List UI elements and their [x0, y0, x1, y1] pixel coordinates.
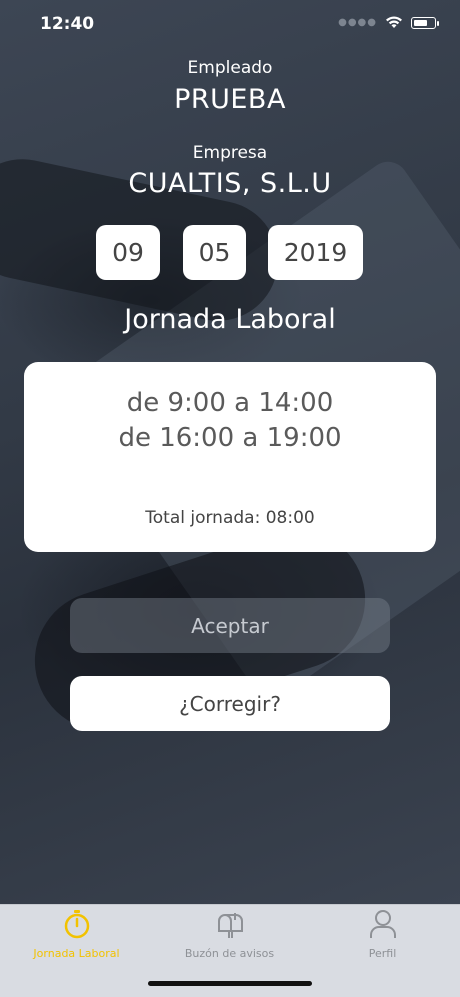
signal-icon: ●●●●	[338, 17, 377, 28]
workday-title: Jornada Laboral	[124, 304, 336, 335]
tab-label: Buzón de avisos	[184, 947, 275, 960]
date-month[interactable]: 05	[183, 225, 246, 280]
status-bar: 12:40 ●●●●	[0, 0, 460, 50]
schedule-card: de 9:00 a 14:00 de 16:00 a 19:00 Total j…	[24, 362, 436, 552]
company-label: Empresa	[192, 143, 268, 163]
mailbox-icon	[216, 909, 244, 943]
tab-jornada-laboral[interactable]: Jornada Laboral	[0, 909, 153, 960]
company-name: CUALTIS, S.L.U	[128, 168, 332, 199]
total-workday: Total jornada: 08:00	[145, 508, 315, 528]
tab-perfil[interactable]: Perfil	[306, 909, 459, 960]
date-year[interactable]: 2019	[268, 225, 363, 280]
wifi-icon	[385, 16, 403, 29]
status-time: 12:40	[40, 14, 95, 34]
battery-icon	[411, 16, 439, 29]
stopwatch-icon	[63, 909, 91, 943]
correct-button[interactable]: ¿Corregir?	[70, 676, 390, 731]
home-indicator[interactable]	[148, 981, 312, 986]
employee-name: PRUEBA	[174, 84, 286, 115]
tab-label: Jornada Laboral	[33, 947, 120, 960]
shift-1: de 9:00 a 14:00	[126, 388, 334, 418]
tab-label: Perfil	[368, 947, 397, 960]
person-icon	[369, 909, 397, 943]
date-day[interactable]: 09	[96, 225, 160, 280]
employee-label: Empleado	[187, 58, 273, 78]
accept-button[interactable]: Aceptar	[70, 598, 390, 653]
tab-buzon-de-avisos[interactable]: Buzón de avisos	[153, 911, 306, 960]
shift-2: de 16:00 a 19:00	[118, 423, 342, 453]
